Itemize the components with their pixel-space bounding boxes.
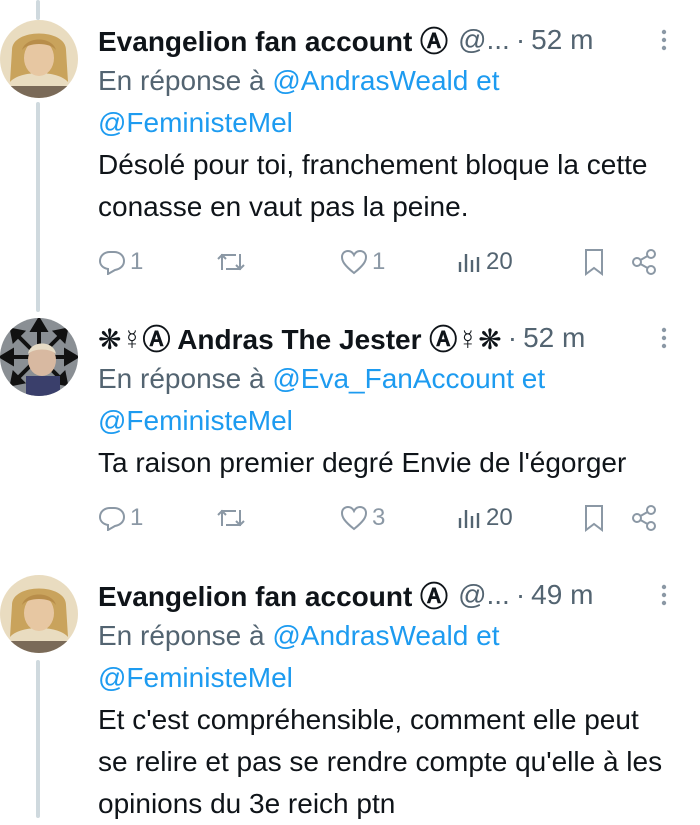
timestamp[interactable]: 52 m bbox=[531, 24, 593, 56]
reply-context: En réponse à @Eva_FanAccount et @Feminis… bbox=[98, 358, 676, 442]
share-button[interactable] bbox=[630, 504, 670, 532]
display-name[interactable]: Evangelion fan account Ⓐ bbox=[98, 575, 448, 615]
display-name[interactable]: ❋☿Ⓐ Andras The Jester Ⓐ☿❋ bbox=[98, 318, 502, 358]
tweet-text: Ta raison premier degré Envie de l'égorg… bbox=[98, 447, 627, 478]
timestamp[interactable]: 52 m bbox=[523, 322, 585, 354]
more-icon[interactable] bbox=[652, 318, 676, 358]
retweet-icon bbox=[216, 506, 246, 530]
mention-link[interactable]: @AndrasWeald bbox=[272, 65, 468, 96]
views-button[interactable]: 20 bbox=[456, 248, 582, 276]
more-icon[interactable] bbox=[652, 575, 676, 615]
mention-link[interactable]: @Eva_FanAccount bbox=[272, 363, 514, 394]
views-count: 20 bbox=[486, 504, 513, 531]
reply-and: et bbox=[514, 363, 546, 394]
reply-count: 1 bbox=[130, 504, 144, 531]
like-count: 1 bbox=[372, 248, 386, 275]
reply-button[interactable]: 1 bbox=[98, 504, 216, 532]
reply-context: En réponse à @AndrasWeald et @FeministeM… bbox=[98, 615, 676, 699]
views-icon bbox=[456, 506, 482, 530]
like-button[interactable]: 3 bbox=[340, 504, 456, 532]
more-icon[interactable] bbox=[652, 20, 676, 60]
tweet[interactable]: ❋☿Ⓐ Andras The Jester Ⓐ☿❋ · 52 m En répo… bbox=[0, 318, 700, 558]
reply-prefix: En réponse à bbox=[98, 65, 273, 96]
tweet[interactable]: Evangelion fan account Ⓐ @... · 49 m En … bbox=[0, 575, 700, 819]
handle[interactable]: @... bbox=[458, 579, 510, 611]
timestamp[interactable]: 49 m bbox=[531, 579, 593, 611]
avatar[interactable] bbox=[0, 20, 78, 98]
action-bar: 1 1 20 bbox=[98, 240, 676, 284]
share-icon bbox=[630, 504, 658, 532]
avatar[interactable] bbox=[0, 318, 78, 396]
retweet-button[interactable] bbox=[216, 250, 340, 274]
display-name[interactable]: Evangelion fan account Ⓐ bbox=[98, 20, 448, 60]
thread-line bbox=[36, 0, 40, 20]
reply-and: et bbox=[468, 620, 500, 651]
mention-link[interactable]: @FeministeMel bbox=[98, 405, 293, 436]
mention-link[interactable]: @FeministeMel bbox=[98, 107, 293, 138]
retweet-icon bbox=[216, 250, 246, 274]
bookmark-icon bbox=[582, 504, 606, 532]
heart-icon bbox=[340, 249, 368, 275]
views-count: 20 bbox=[486, 248, 513, 275]
reply-and: et bbox=[468, 65, 500, 96]
avatar[interactable] bbox=[0, 575, 78, 653]
views-button[interactable]: 20 bbox=[456, 504, 582, 532]
heart-icon bbox=[340, 505, 368, 531]
mention-link[interactable]: @FeministeMel bbox=[98, 662, 293, 693]
reply-button[interactable]: 1 bbox=[98, 248, 216, 276]
reply-context: En réponse à @AndrasWeald et @FeministeM… bbox=[98, 60, 676, 144]
like-button[interactable]: 1 bbox=[340, 248, 456, 276]
separator-dot: · bbox=[507, 322, 518, 353]
reply-prefix: En réponse à bbox=[98, 363, 273, 394]
reply-icon bbox=[98, 249, 126, 275]
like-count: 3 bbox=[372, 504, 386, 531]
reply-icon bbox=[98, 505, 126, 531]
separator-dot: · bbox=[515, 579, 526, 610]
bookmark-icon bbox=[582, 248, 606, 276]
tweet-text: Désolé pour toi, franchement bloque la c… bbox=[98, 149, 648, 222]
bookmark-button[interactable] bbox=[582, 248, 630, 276]
action-bar: 1 3 20 bbox=[98, 496, 676, 540]
tweet-text: Et c'est compréhensible, comment elle pe… bbox=[98, 704, 663, 819]
mention-link[interactable]: @AndrasWeald bbox=[272, 620, 468, 651]
reply-prefix: En réponse à bbox=[98, 620, 273, 651]
retweet-button[interactable] bbox=[216, 506, 340, 530]
reply-count: 1 bbox=[130, 248, 144, 275]
tweet[interactable]: Evangelion fan account Ⓐ @... · 52 m En … bbox=[0, 20, 700, 300]
separator-dot: · bbox=[515, 24, 526, 55]
handle[interactable]: @... bbox=[458, 24, 510, 56]
views-icon bbox=[456, 250, 482, 274]
share-icon bbox=[630, 248, 658, 276]
bookmark-button[interactable] bbox=[582, 504, 630, 532]
share-button[interactable] bbox=[630, 248, 670, 276]
